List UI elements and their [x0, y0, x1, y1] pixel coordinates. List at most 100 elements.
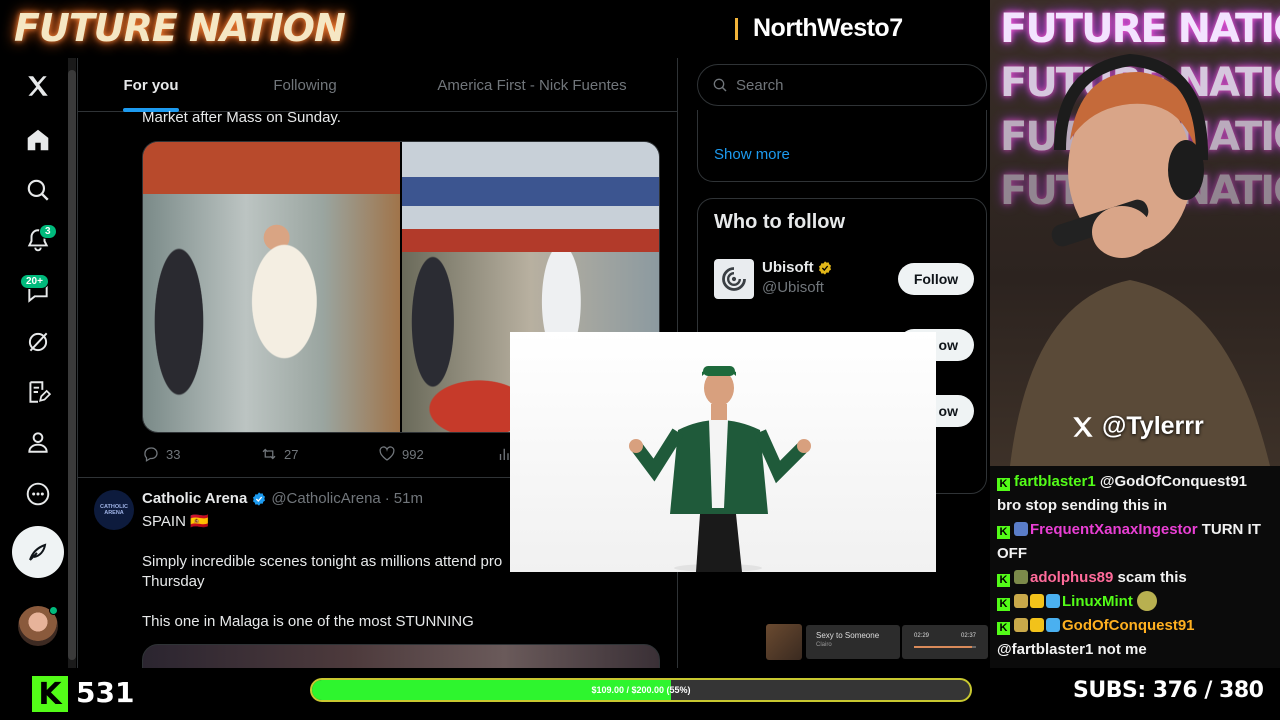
- stream-footer: K 531 $109.00 / $200.00 (55%) SUBS: 376 …: [0, 668, 1280, 720]
- channel-tag-bar: [735, 17, 738, 40]
- feather-icon: [29, 543, 47, 561]
- search-box[interactable]: [697, 64, 987, 106]
- chat-username[interactable]: adolphus89: [1030, 569, 1113, 586]
- sidebar-scrollbar-thumb[interactable]: [68, 70, 76, 660]
- separator-dot: ·: [384, 490, 390, 507]
- chat-username[interactable]: FrequentXanaxIngestor: [1030, 521, 1198, 538]
- donation-goal-text: $109.00 / $200.00 (55%): [591, 685, 691, 695]
- reply-button[interactable]: 33: [142, 444, 260, 464]
- media-photo-1[interactable]: [143, 142, 400, 432]
- now-playing-widget: Sexy to Someone Clairo 02:29 02:37: [764, 623, 990, 663]
- chat-message: K FrequentXanaxIngestor TURN IT OFF: [997, 518, 1274, 566]
- kick-badge-icon: K: [997, 574, 1010, 587]
- sword-badge-icon: [1046, 594, 1060, 608]
- kick-badge-icon: K: [997, 598, 1010, 611]
- chat-username[interactable]: fartblaster1: [1014, 473, 1096, 490]
- notifications-bell-icon[interactable]: [14, 216, 62, 264]
- home-icon[interactable]: [14, 116, 62, 164]
- tweet-header: Catholic Arena @CatholicArena · 51m: [142, 490, 423, 507]
- show-more-link[interactable]: Show more: [714, 146, 790, 163]
- x-logo-icon[interactable]: [14, 62, 62, 110]
- ubisoft-logo: [714, 259, 754, 299]
- suggestion-name: Ubisoft: [762, 259, 833, 276]
- notifications-badge: 3: [39, 224, 57, 239]
- stream-chat: Kfartblaster1 @GodOfConquest91 bro stop …: [990, 466, 1280, 668]
- chat-username[interactable]: LinuxMint: [1062, 593, 1133, 610]
- kick-badge-icon: K: [997, 526, 1010, 539]
- overlay-video[interactable]: [510, 332, 936, 572]
- streamer-handle-text: @Tylerrr: [1102, 412, 1204, 440]
- kick-logo-icon: K: [32, 676, 68, 712]
- who-to-follow-title: Who to follow: [714, 211, 846, 233]
- tweet-line: SPAIN 🇪🇸: [142, 513, 209, 530]
- tab-label: Following: [273, 76, 337, 94]
- lists-icon[interactable]: [14, 368, 62, 416]
- search-icon: [713, 78, 727, 92]
- subscriber-badge-icon: [1014, 594, 1028, 608]
- compose-post-button[interactable]: [12, 526, 64, 578]
- track-artist: Clairo: [816, 642, 832, 648]
- video-person: [629, 366, 811, 572]
- search-input[interactable]: [736, 76, 966, 94]
- x-logo-icon: [1073, 416, 1093, 437]
- verified-badge-icon: [253, 491, 266, 506]
- streamer-handle: @Tylerrr: [1070, 412, 1204, 441]
- repost-button[interactable]: 27: [260, 444, 378, 464]
- follow-button[interactable]: Follow: [898, 263, 974, 295]
- tweet-time[interactable]: 51m: [394, 490, 423, 507]
- like-button[interactable]: 992: [378, 444, 496, 464]
- tweet-line: This one in Malaga is one of the most ST…: [142, 613, 474, 630]
- kick-badge-icon: K: [997, 622, 1010, 635]
- x-sidebar-nav: 3 20+: [0, 58, 78, 668]
- grok-icon[interactable]: [14, 318, 62, 366]
- chat-message: Kadolphus89 scam this: [997, 566, 1274, 590]
- tab-label: America First - Nick Fuentes: [437, 76, 627, 94]
- explore-search-icon[interactable]: [14, 166, 62, 214]
- chat-text: scam this: [1117, 569, 1187, 586]
- donation-goal-bar: $109.00 / $200.00 (55%): [310, 678, 972, 702]
- author-name[interactable]: Catholic Arena: [142, 490, 247, 507]
- emote-icon: [1137, 591, 1157, 611]
- subscriber-badge-icon: [1014, 570, 1028, 584]
- more-icon[interactable]: [14, 470, 62, 518]
- suggestion-name-text: Ubisoft: [762, 259, 814, 276]
- stream-banner: FUTURE NATION NorthWesto7: [0, 0, 990, 58]
- track-title: Sexy to Someone: [816, 631, 880, 640]
- track-progress: 02:29 02:37: [902, 625, 988, 659]
- tab-following[interactable]: Following: [224, 58, 386, 112]
- catholic-arena-avatar[interactable]: CATHOLIC ARENA: [94, 490, 134, 530]
- heart-icon: [379, 446, 395, 461]
- timeline-tabs: For you Following America First - Nick F…: [78, 58, 678, 112]
- tweet-text: Market after Mass on Sunday.: [142, 109, 341, 126]
- subscriber-badge-icon: [1014, 618, 1028, 632]
- chat-message: Kfartblaster1 @GodOfConquest91 bro stop …: [997, 470, 1274, 518]
- tweet-line: Thursday: [142, 573, 205, 590]
- album-art: [766, 624, 802, 660]
- elapsed-time: 02:29: [914, 633, 930, 639]
- tab-for-you[interactable]: For you: [78, 58, 224, 112]
- tab-america-first[interactable]: America First - Nick Fuentes: [386, 58, 678, 112]
- account-avatar[interactable]: [18, 606, 58, 646]
- suggestion-handle: @Ubisoft: [762, 279, 824, 296]
- reply-count: 33: [166, 446, 181, 462]
- tweet-video-media[interactable]: [142, 644, 660, 668]
- total-time: 02:37: [960, 633, 976, 639]
- progress-fill: [914, 646, 973, 648]
- crown-badge-icon: [1030, 594, 1044, 608]
- crown-badge-icon: [1030, 618, 1044, 632]
- channel-tag: NorthWesto7: [735, 14, 903, 43]
- subscriber-goal: SUBS: 376 / 380: [1073, 678, 1264, 703]
- chat-message: K GodOfConquest91 @fartblaster1 not me: [997, 614, 1274, 662]
- viewer-count: 531: [76, 676, 135, 709]
- profile-icon[interactable]: [14, 418, 62, 466]
- messages-badge: 20+: [20, 274, 49, 289]
- tweet-line: Simply incredible scenes tonight as mill…: [142, 553, 503, 570]
- chat-message: K LinuxMint: [997, 590, 1274, 614]
- channel-name: NorthWesto7: [753, 14, 903, 42]
- reply-icon: [144, 447, 158, 462]
- tab-label: For you: [123, 76, 179, 94]
- chat-username[interactable]: GodOfConquest91: [1062, 617, 1195, 634]
- follow-suggestion[interactable]: Ubisoft @Ubisoft Follow: [714, 257, 974, 301]
- like-count: 992: [402, 446, 424, 462]
- author-handle[interactable]: @CatholicArena: [271, 490, 380, 507]
